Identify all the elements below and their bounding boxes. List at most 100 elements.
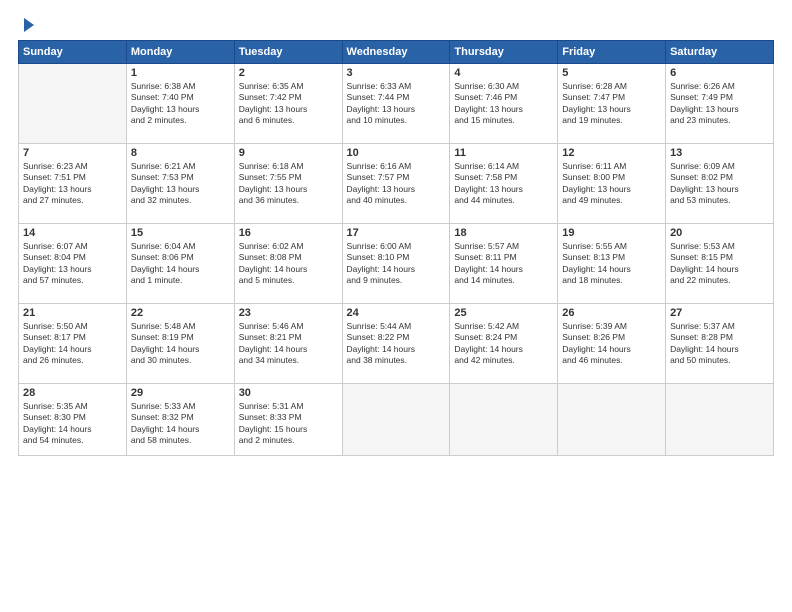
calendar-cell: 14 Sunrise: 6:07 AM Sunset: 8:04 PM Dayli… (19, 224, 127, 304)
calendar-cell (19, 64, 127, 144)
calendar-cell (558, 384, 666, 456)
day-info: Sunrise: 5:35 AM Sunset: 8:30 PM Dayligh… (23, 401, 122, 447)
calendar-cell: 13Sunrise: 6:09 AM Sunset: 8:02 PM Dayli… (666, 144, 774, 224)
day-number: 21 (23, 307, 122, 319)
calendar-cell: 16 Sunrise: 6:02 AM Sunset: 8:08 PM Dayli… (234, 224, 342, 304)
day-info: Sunrise: 5:55 AM Sunset: 8:13 PM Dayligh… (562, 241, 661, 287)
calendar-cell: 10 Sunrise: 6:16 AM Sunset: 7:57 PM Dayli… (342, 144, 450, 224)
calendar-cell: 18Sunrise: 5:57 AM Sunset: 8:11 PM Dayli… (450, 224, 558, 304)
calendar-header-tuesday: Tuesday (234, 41, 342, 64)
day-info: Sunrise: 6:26 AM Sunset: 7:49 PM Dayligh… (670, 81, 769, 127)
day-info: Sunrise: 6:07 AM Sunset: 8:04 PM Dayligh… (23, 241, 122, 287)
day-info: Sunrise: 6:33 AM Sunset: 7:44 PM Dayligh… (347, 81, 446, 127)
day-number: 9 (239, 147, 338, 159)
day-info: Sunrise: 6:35 AM Sunset: 7:42 PM Dayligh… (239, 81, 338, 127)
calendar-header-wednesday: Wednesday (342, 41, 450, 64)
day-number: 11 (454, 147, 553, 159)
day-info: Sunrise: 6:38 AM Sunset: 7:40 PM Dayligh… (131, 81, 230, 127)
calendar-cell: 2Sunrise: 6:35 AM Sunset: 7:42 PM Daylig… (234, 64, 342, 144)
calendar-cell: 26 Sunrise: 5:39 AM Sunset: 8:26 PM Dayli… (558, 304, 666, 384)
day-info: Sunrise: 5:44 AM Sunset: 8:22 PM Dayligh… (347, 321, 446, 367)
calendar-week-row: 14 Sunrise: 6:07 AM Sunset: 8:04 PM Dayli… (19, 224, 774, 304)
calendar-cell: 7 Sunrise: 6:23 AM Sunset: 7:51 PM Daylig… (19, 144, 127, 224)
day-info: Sunrise: 6:14 AM Sunset: 7:58 PM Dayligh… (454, 161, 553, 207)
calendar-cell: 28 Sunrise: 5:35 AM Sunset: 8:30 PM Dayli… (19, 384, 127, 456)
calendar-cell: 11 Sunrise: 6:14 AM Sunset: 7:58 PM Dayli… (450, 144, 558, 224)
day-number: 20 (670, 227, 769, 239)
day-number: 24 (347, 307, 446, 319)
calendar-cell: 21 Sunrise: 5:50 AM Sunset: 8:17 PM Dayli… (19, 304, 127, 384)
header (18, 18, 774, 32)
calendar-cell: 30 Sunrise: 5:31 AM Sunset: 8:33 PM Dayli… (234, 384, 342, 456)
day-number: 16 (239, 227, 338, 239)
day-number: 10 (347, 147, 446, 159)
day-number: 14 (23, 227, 122, 239)
calendar-week-row: 1 Sunrise: 6:38 AM Sunset: 7:40 PM Daylig… (19, 64, 774, 144)
day-number: 7 (23, 147, 122, 159)
day-info: Sunrise: 6:16 AM Sunset: 7:57 PM Dayligh… (347, 161, 446, 207)
day-info: Sunrise: 5:33 AM Sunset: 8:32 PM Dayligh… (131, 401, 230, 447)
day-number: 30 (239, 387, 338, 399)
day-number: 26 (562, 307, 661, 319)
day-number: 19 (562, 227, 661, 239)
calendar-cell: 29 Sunrise: 5:33 AM Sunset: 8:32 PM Dayli… (126, 384, 234, 456)
calendar-week-row: 28 Sunrise: 5:35 AM Sunset: 8:30 PM Dayli… (19, 384, 774, 456)
day-number: 25 (454, 307, 553, 319)
calendar-cell: 23 Sunrise: 5:46 AM Sunset: 8:21 PM Dayli… (234, 304, 342, 384)
calendar-header-row: SundayMondayTuesdayWednesdayThursdayFrid… (19, 41, 774, 64)
calendar-week-row: 7 Sunrise: 6:23 AM Sunset: 7:51 PM Daylig… (19, 144, 774, 224)
calendar-header-friday: Friday (558, 41, 666, 64)
calendar-cell: 17 Sunrise: 6:00 AM Sunset: 8:10 PM Dayli… (342, 224, 450, 304)
day-info: Sunrise: 6:00 AM Sunset: 8:10 PM Dayligh… (347, 241, 446, 287)
day-info: Sunrise: 6:30 AM Sunset: 7:46 PM Dayligh… (454, 81, 553, 127)
calendar-cell: 1 Sunrise: 6:38 AM Sunset: 7:40 PM Daylig… (126, 64, 234, 144)
calendar-header-saturday: Saturday (666, 41, 774, 64)
day-info: Sunrise: 6:11 AM Sunset: 8:00 PM Dayligh… (562, 161, 661, 207)
day-info: Sunrise: 5:46 AM Sunset: 8:21 PM Dayligh… (239, 321, 338, 367)
day-number: 12 (562, 147, 661, 159)
day-info: Sunrise: 6:02 AM Sunset: 8:08 PM Dayligh… (239, 241, 338, 287)
day-number: 28 (23, 387, 122, 399)
calendar-cell: 20Sunrise: 5:53 AM Sunset: 8:15 PM Dayli… (666, 224, 774, 304)
calendar-cell (342, 384, 450, 456)
day-info: Sunrise: 6:18 AM Sunset: 7:55 PM Dayligh… (239, 161, 338, 207)
calendar-header-monday: Monday (126, 41, 234, 64)
day-info: Sunrise: 5:31 AM Sunset: 8:33 PM Dayligh… (239, 401, 338, 447)
day-number: 27 (670, 307, 769, 319)
day-info: Sunrise: 6:28 AM Sunset: 7:47 PM Dayligh… (562, 81, 661, 127)
day-number: 5 (562, 67, 661, 79)
day-info: Sunrise: 5:39 AM Sunset: 8:26 PM Dayligh… (562, 321, 661, 367)
calendar-header-sunday: Sunday (19, 41, 127, 64)
calendar-cell: 4 Sunrise: 6:30 AM Sunset: 7:46 PM Daylig… (450, 64, 558, 144)
day-number: 4 (454, 67, 553, 79)
calendar-cell: 27 Sunrise: 5:37 AM Sunset: 8:28 PM Dayli… (666, 304, 774, 384)
day-info: Sunrise: 5:48 AM Sunset: 8:19 PM Dayligh… (131, 321, 230, 367)
day-number: 15 (131, 227, 230, 239)
calendar-cell: 15 Sunrise: 6:04 AM Sunset: 8:06 PM Dayli… (126, 224, 234, 304)
day-number: 8 (131, 147, 230, 159)
logo-arrow-icon (24, 18, 34, 32)
day-info: Sunrise: 5:57 AM Sunset: 8:11 PM Dayligh… (454, 241, 553, 287)
calendar-cell: 9 Sunrise: 6:18 AM Sunset: 7:55 PM Daylig… (234, 144, 342, 224)
calendar-header-thursday: Thursday (450, 41, 558, 64)
day-number: 22 (131, 307, 230, 319)
day-info: Sunrise: 6:23 AM Sunset: 7:51 PM Dayligh… (23, 161, 122, 207)
calendar-cell: 3 Sunrise: 6:33 AM Sunset: 7:44 PM Daylig… (342, 64, 450, 144)
day-number: 17 (347, 227, 446, 239)
calendar-cell: 25 Sunrise: 5:42 AM Sunset: 8:24 PM Dayli… (450, 304, 558, 384)
day-number: 29 (131, 387, 230, 399)
calendar-week-row: 21 Sunrise: 5:50 AM Sunset: 8:17 PM Dayli… (19, 304, 774, 384)
day-number: 13 (670, 147, 769, 159)
day-info: Sunrise: 5:37 AM Sunset: 8:28 PM Dayligh… (670, 321, 769, 367)
day-info: Sunrise: 6:04 AM Sunset: 8:06 PM Dayligh… (131, 241, 230, 287)
calendar-cell (666, 384, 774, 456)
day-number: 23 (239, 307, 338, 319)
day-number: 1 (131, 67, 230, 79)
day-info: Sunrise: 5:50 AM Sunset: 8:17 PM Dayligh… (23, 321, 122, 367)
calendar-cell: 5 Sunrise: 6:28 AM Sunset: 7:47 PM Daylig… (558, 64, 666, 144)
day-info: Sunrise: 5:42 AM Sunset: 8:24 PM Dayligh… (454, 321, 553, 367)
calendar-cell: 22 Sunrise: 5:48 AM Sunset: 8:19 PM Dayli… (126, 304, 234, 384)
day-number: 3 (347, 67, 446, 79)
calendar-cell: 24 Sunrise: 5:44 AM Sunset: 8:22 PM Dayli… (342, 304, 450, 384)
calendar-cell: 12 Sunrise: 6:11 AM Sunset: 8:00 PM Dayli… (558, 144, 666, 224)
